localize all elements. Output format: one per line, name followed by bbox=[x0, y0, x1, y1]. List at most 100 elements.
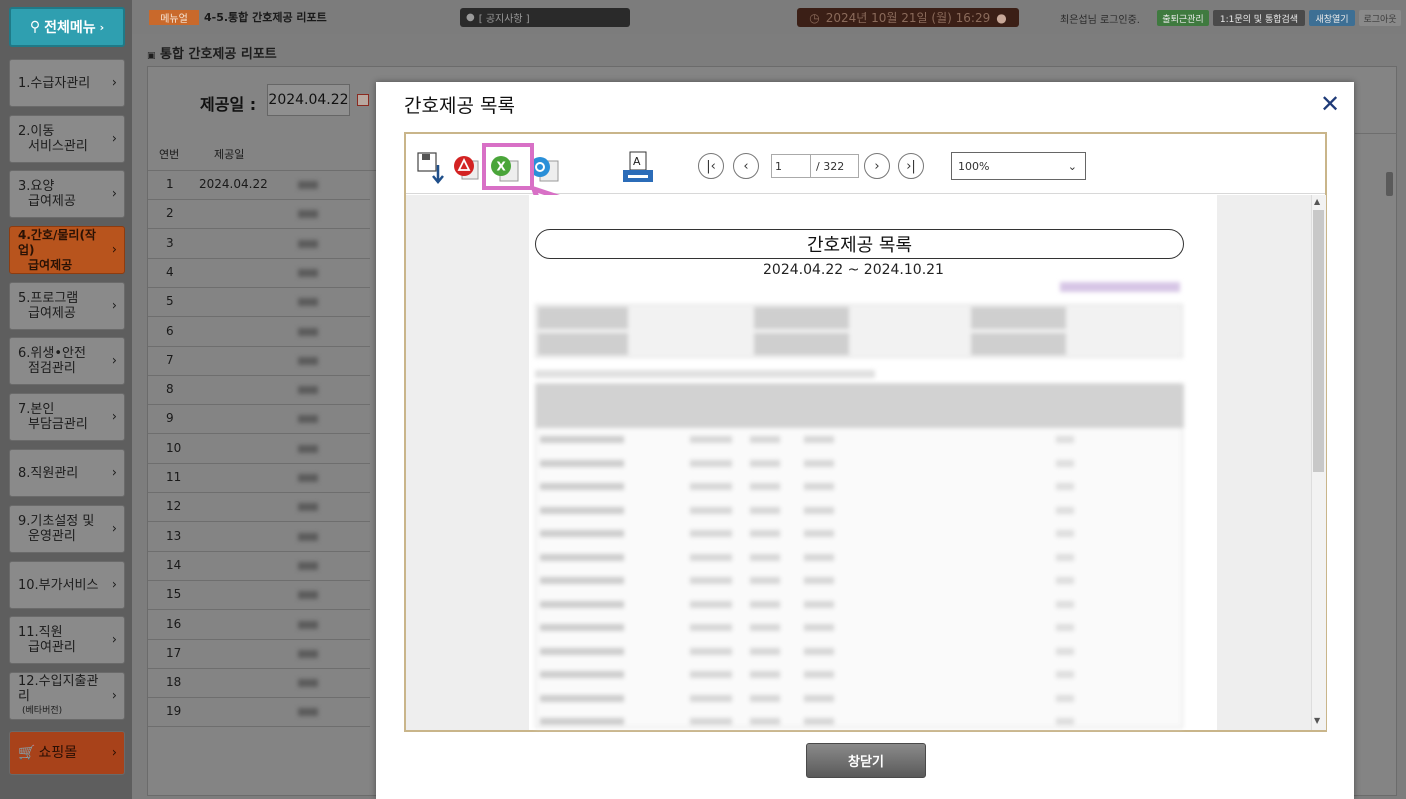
sidebar-item-10[interactable]: 10.부가서비스 › bbox=[9, 561, 125, 609]
manual-badge[interactable]: 메뉴얼 bbox=[149, 10, 199, 25]
table-row[interactable]: 3 bbox=[148, 230, 370, 259]
table-row[interactable]: 5 bbox=[148, 288, 370, 318]
all-menu-button[interactable]: ⚲ 전체메뉴 › bbox=[9, 7, 125, 47]
table-row[interactable]: 2 bbox=[148, 200, 370, 230]
table-header: 연번 제공일 bbox=[148, 134, 376, 171]
login-status: 최은섭님 로그인중. bbox=[1060, 15, 1140, 26]
chevron-right-icon: › bbox=[111, 577, 117, 593]
row-number: 5 bbox=[166, 294, 174, 309]
last-page-button[interactable]: ›| bbox=[898, 153, 924, 179]
zoom-select[interactable]: 100% ⌄ bbox=[951, 152, 1086, 180]
prev-page-button[interactable]: ‹ bbox=[733, 153, 759, 179]
chevron-right-icon: › bbox=[99, 20, 105, 34]
attendance-button[interactable]: 출퇴근관리 bbox=[1157, 10, 1209, 26]
sidebar-item-2[interactable]: 2.이동 서비스관리 › bbox=[9, 115, 125, 163]
close-icon[interactable]: ✕ bbox=[1320, 90, 1340, 118]
new-window-button[interactable]: 새창열기 bbox=[1309, 10, 1355, 26]
table-row[interactable]: 7 bbox=[148, 347, 370, 376]
sidebar-item-line2: 급여관리 bbox=[28, 640, 76, 655]
blurred-cell bbox=[298, 444, 318, 453]
table-row[interactable]: 4 bbox=[148, 259, 370, 288]
page-title: ▣ 통합 간호제공 리포트 bbox=[147, 47, 277, 62]
chevron-right-icon: › bbox=[111, 131, 117, 147]
highlight-box bbox=[482, 143, 534, 190]
blurred-cell bbox=[298, 532, 318, 541]
page-input[interactable]: 1 bbox=[771, 154, 811, 178]
sidebar-item-label: 4.간호/물리(작업) 급여제공 bbox=[18, 228, 106, 273]
table-row[interactable]: 12 bbox=[148, 493, 370, 523]
sidebar-item-shop[interactable]: 🛒 쇼핑몰 › bbox=[9, 731, 125, 775]
inquiry-search-button[interactable]: 1:1문의 및 통합검색 bbox=[1213, 10, 1305, 26]
blurred-meta bbox=[1060, 282, 1180, 292]
blurred-cell bbox=[298, 591, 318, 600]
save-icon[interactable] bbox=[416, 151, 446, 185]
sidebar-item-9[interactable]: 9.기초설정 및 운영관리 › bbox=[9, 505, 125, 553]
print-icon[interactable]: A bbox=[620, 150, 656, 186]
notice-bar[interactable]: ● [ 공지사항 ] bbox=[460, 8, 630, 27]
sidebar-item-6[interactable]: 6.위생•안전 점검관리 › bbox=[9, 337, 125, 385]
table-row[interactable]: 1 2024.04.22 bbox=[148, 171, 370, 200]
blurred-cell bbox=[298, 327, 318, 336]
table-row[interactable]: 14 bbox=[148, 552, 370, 581]
sidebar-item-line2: 부담금관리 bbox=[28, 417, 88, 432]
sidebar-item-3[interactable]: 3.요양 급여제공 › bbox=[9, 170, 125, 218]
table-row[interactable]: 15 bbox=[148, 581, 370, 611]
close-button[interactable]: 창닫기 bbox=[806, 743, 926, 778]
sidebar-item-line1: 6.위생•안전 bbox=[18, 346, 86, 361]
calendar-icon[interactable] bbox=[357, 94, 369, 106]
chevron-right-icon: › bbox=[111, 75, 117, 91]
sidebar-item-1[interactable]: 1.수급자관리 › bbox=[9, 59, 125, 107]
scroll-down-icon[interactable]: ▼ bbox=[1314, 716, 1320, 725]
chevron-right-icon: › bbox=[111, 521, 117, 537]
clock-icon: ◷ bbox=[809, 10, 820, 25]
blurred-cell bbox=[298, 386, 318, 395]
blurred-note bbox=[535, 370, 875, 378]
blurred-cell bbox=[298, 474, 318, 482]
sidebar-item-11[interactable]: 11.직원 급여관리 › bbox=[9, 616, 125, 664]
table-row[interactable]: 9 bbox=[148, 405, 370, 435]
chevron-right-icon: › bbox=[111, 465, 117, 481]
sidebar-item-label: 8.직원관리 bbox=[18, 466, 78, 481]
table-row[interactable]: 19 bbox=[148, 698, 370, 728]
date-input[interactable]: 2024.04.22 bbox=[267, 84, 350, 116]
chevron-right-icon: › bbox=[111, 409, 117, 425]
table-row[interactable]: 13 bbox=[148, 523, 370, 552]
sidebar-item-4[interactable]: 4.간호/물리(작업) 급여제공 › bbox=[9, 226, 125, 274]
first-page-button[interactable]: |‹ bbox=[698, 153, 724, 179]
blurred-cell bbox=[298, 708, 318, 717]
sidebar-item-line1: 11.직원 bbox=[18, 625, 63, 640]
blurred-doc-row bbox=[540, 600, 1140, 608]
sidebar-item-line2: 급여제공 bbox=[28, 194, 76, 209]
sidebar-item-5[interactable]: 5.프로그램 급여제공 › bbox=[9, 282, 125, 330]
pdf-icon[interactable] bbox=[452, 152, 482, 184]
table-row[interactable]: 18 bbox=[148, 669, 370, 699]
scroll-up-icon[interactable]: ▲ bbox=[1314, 197, 1320, 206]
table-row[interactable]: 17 bbox=[148, 640, 370, 669]
document-date-range: 2024.04.22 ~ 2024.10.21 bbox=[763, 262, 944, 278]
row-date: 2024.04.22 bbox=[199, 177, 268, 191]
doc-scroll-thumb[interactable] bbox=[1313, 210, 1324, 472]
logout-button[interactable]: 로그아웃 bbox=[1359, 10, 1401, 26]
sidebar-item-line1: 4.간호/물리(작업) bbox=[18, 227, 96, 257]
table-row[interactable]: 8 bbox=[148, 376, 370, 406]
table-row[interactable]: 11 bbox=[148, 464, 370, 493]
blurred-cell bbox=[298, 620, 318, 629]
row-number: 16 bbox=[166, 616, 182, 631]
document-title: 간호제공 목록 bbox=[535, 229, 1184, 259]
scrollbar-thumb[interactable] bbox=[1386, 172, 1393, 196]
chevron-right-icon: › bbox=[111, 632, 117, 648]
sidebar-item-12[interactable]: 12.수입지출관리 (베타버전) › bbox=[9, 672, 125, 720]
row-number: 19 bbox=[166, 704, 182, 719]
table-row[interactable]: 10 bbox=[148, 435, 370, 464]
dot-icon: ● bbox=[996, 10, 1007, 25]
row-number: 11 bbox=[166, 470, 182, 484]
dot-icon: ● bbox=[466, 12, 475, 23]
sidebar-item-7[interactable]: 7.본인 부담금관리 › bbox=[9, 393, 125, 441]
next-page-button[interactable]: › bbox=[864, 153, 890, 179]
row-number: 10 bbox=[166, 440, 182, 455]
table-row[interactable]: 16 bbox=[148, 611, 370, 640]
row-number: 1 bbox=[166, 177, 174, 191]
table-row[interactable]: 6 bbox=[148, 318, 370, 347]
sidebar-item-8[interactable]: 8.직원관리 › bbox=[9, 449, 125, 497]
blurred-cell bbox=[298, 239, 318, 248]
